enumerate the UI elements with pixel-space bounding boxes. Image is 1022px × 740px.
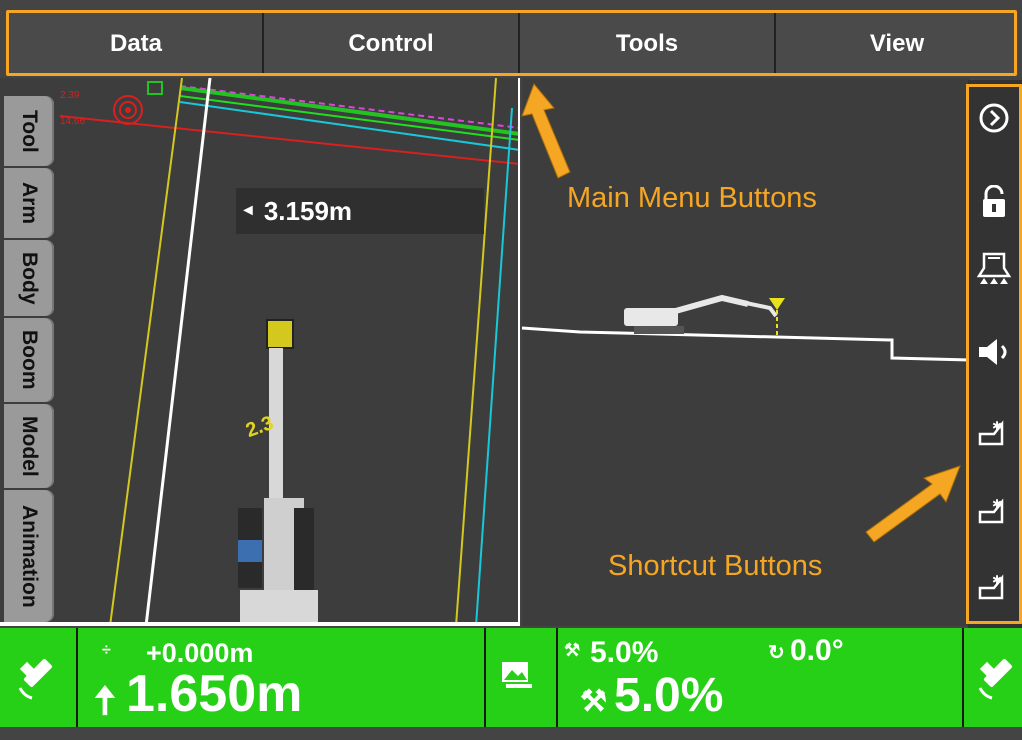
bucket-design-icon: ✱ bbox=[978, 419, 1004, 446]
bucket-design-icon: ✱ bbox=[978, 497, 1004, 524]
plan-label-1: 2.39 bbox=[60, 90, 80, 101]
menu-tools-label: Tools bbox=[615, 30, 679, 57]
design-shortcut-button-1[interactable]: ✱ bbox=[976, 414, 1012, 450]
menu-view-button[interactable]: View bbox=[776, 12, 1018, 76]
menu-control-button[interactable]: Control bbox=[264, 12, 520, 76]
svg-text:✱: ✱ bbox=[992, 497, 1002, 511]
gallery-button[interactable] bbox=[500, 660, 536, 695]
tab-body[interactable]: Body bbox=[4, 240, 54, 316]
menu-control-label: Control bbox=[348, 30, 434, 57]
vertical-offset-icon: ÷ bbox=[102, 642, 111, 659]
slope-main-value: 5.0% bbox=[614, 669, 724, 722]
tab-model[interactable]: Model bbox=[4, 404, 54, 488]
gnss-status-button[interactable] bbox=[14, 652, 64, 707]
shortcut-arrow-icon bbox=[865, 465, 961, 543]
unlock-icon bbox=[983, 185, 1005, 217]
main-menu-bar: Data Control Tools View bbox=[0, 0, 1022, 80]
bucket-slope-icon: ⚒ bbox=[580, 685, 607, 718]
bucket-small-icon: ⚒ bbox=[564, 640, 581, 660]
plan-view[interactable]: 2.39 14.66 2.3 ◄ 3.159m bbox=[0, 78, 520, 626]
design-shortcut-button-2[interactable]: ✱ bbox=[976, 492, 1012, 528]
tab-body-label: Body bbox=[18, 251, 41, 305]
tab-animation[interactable]: Animation bbox=[4, 490, 54, 622]
main-menu-arrow-icon bbox=[521, 83, 571, 179]
bucket-design-icon: ✱ bbox=[978, 573, 1004, 600]
menu-view-label: View bbox=[869, 30, 925, 57]
chevron-right-circle-icon bbox=[979, 103, 1009, 133]
elevation-value: 1.650m bbox=[126, 665, 303, 723]
status-divider bbox=[962, 628, 964, 727]
image-gallery-icon bbox=[502, 662, 532, 688]
status-divider bbox=[76, 628, 78, 727]
distance-value: 3.159m bbox=[263, 195, 353, 226]
design-shortcut-button-3[interactable]: ✱ bbox=[976, 568, 1012, 604]
gnss-status-button-right[interactable] bbox=[974, 652, 1022, 707]
plan-label-2: 14.66 bbox=[60, 116, 86, 127]
rotation-icon: ↻ bbox=[768, 642, 785, 664]
satellite-icon bbox=[18, 658, 53, 700]
status-divider bbox=[556, 628, 558, 727]
svg-text:✱: ✱ bbox=[992, 573, 1002, 587]
speaker-icon bbox=[979, 339, 1007, 365]
distance-readout: ◄ 3.159m bbox=[236, 188, 484, 234]
satellite-icon bbox=[978, 658, 1013, 700]
unlock-shortcut-button[interactable] bbox=[976, 184, 1012, 220]
tab-boom-label: Boom bbox=[18, 330, 41, 390]
expand-shortcut-button[interactable] bbox=[976, 100, 1012, 136]
tab-tool[interactable]: Tool bbox=[4, 96, 54, 166]
shortcut-annotation: Shortcut Buttons bbox=[608, 550, 823, 582]
volume-shortcut-button[interactable] bbox=[976, 334, 1012, 370]
bucket-shortcut-button[interactable] bbox=[976, 250, 1012, 286]
svg-text:✱: ✱ bbox=[992, 419, 1002, 433]
rotation-value: 0.0° bbox=[790, 634, 844, 667]
tab-model-label: Model bbox=[18, 415, 41, 477]
main-menu-annotation: Main Menu Buttons bbox=[567, 182, 817, 214]
tab-boom[interactable]: Boom bbox=[4, 318, 54, 402]
left-arrow-icon: ◄ bbox=[240, 202, 256, 219]
tab-arm[interactable]: Arm bbox=[4, 168, 54, 238]
menu-data-button[interactable]: Data bbox=[10, 12, 264, 76]
slope-top-value: 5.0% bbox=[590, 636, 659, 669]
bucket-icon bbox=[976, 252, 1012, 284]
tab-tool-label: Tool bbox=[18, 109, 41, 153]
status-divider bbox=[484, 628, 486, 727]
tab-animation-label: Animation bbox=[18, 504, 41, 608]
plan-view-canvas bbox=[0, 78, 520, 626]
tab-arm-label: Arm bbox=[18, 181, 41, 224]
menu-data-label: Data bbox=[109, 30, 163, 57]
menu-tools-button[interactable]: Tools bbox=[520, 12, 776, 76]
up-arrow-icon: 🠅 bbox=[94, 679, 116, 723]
